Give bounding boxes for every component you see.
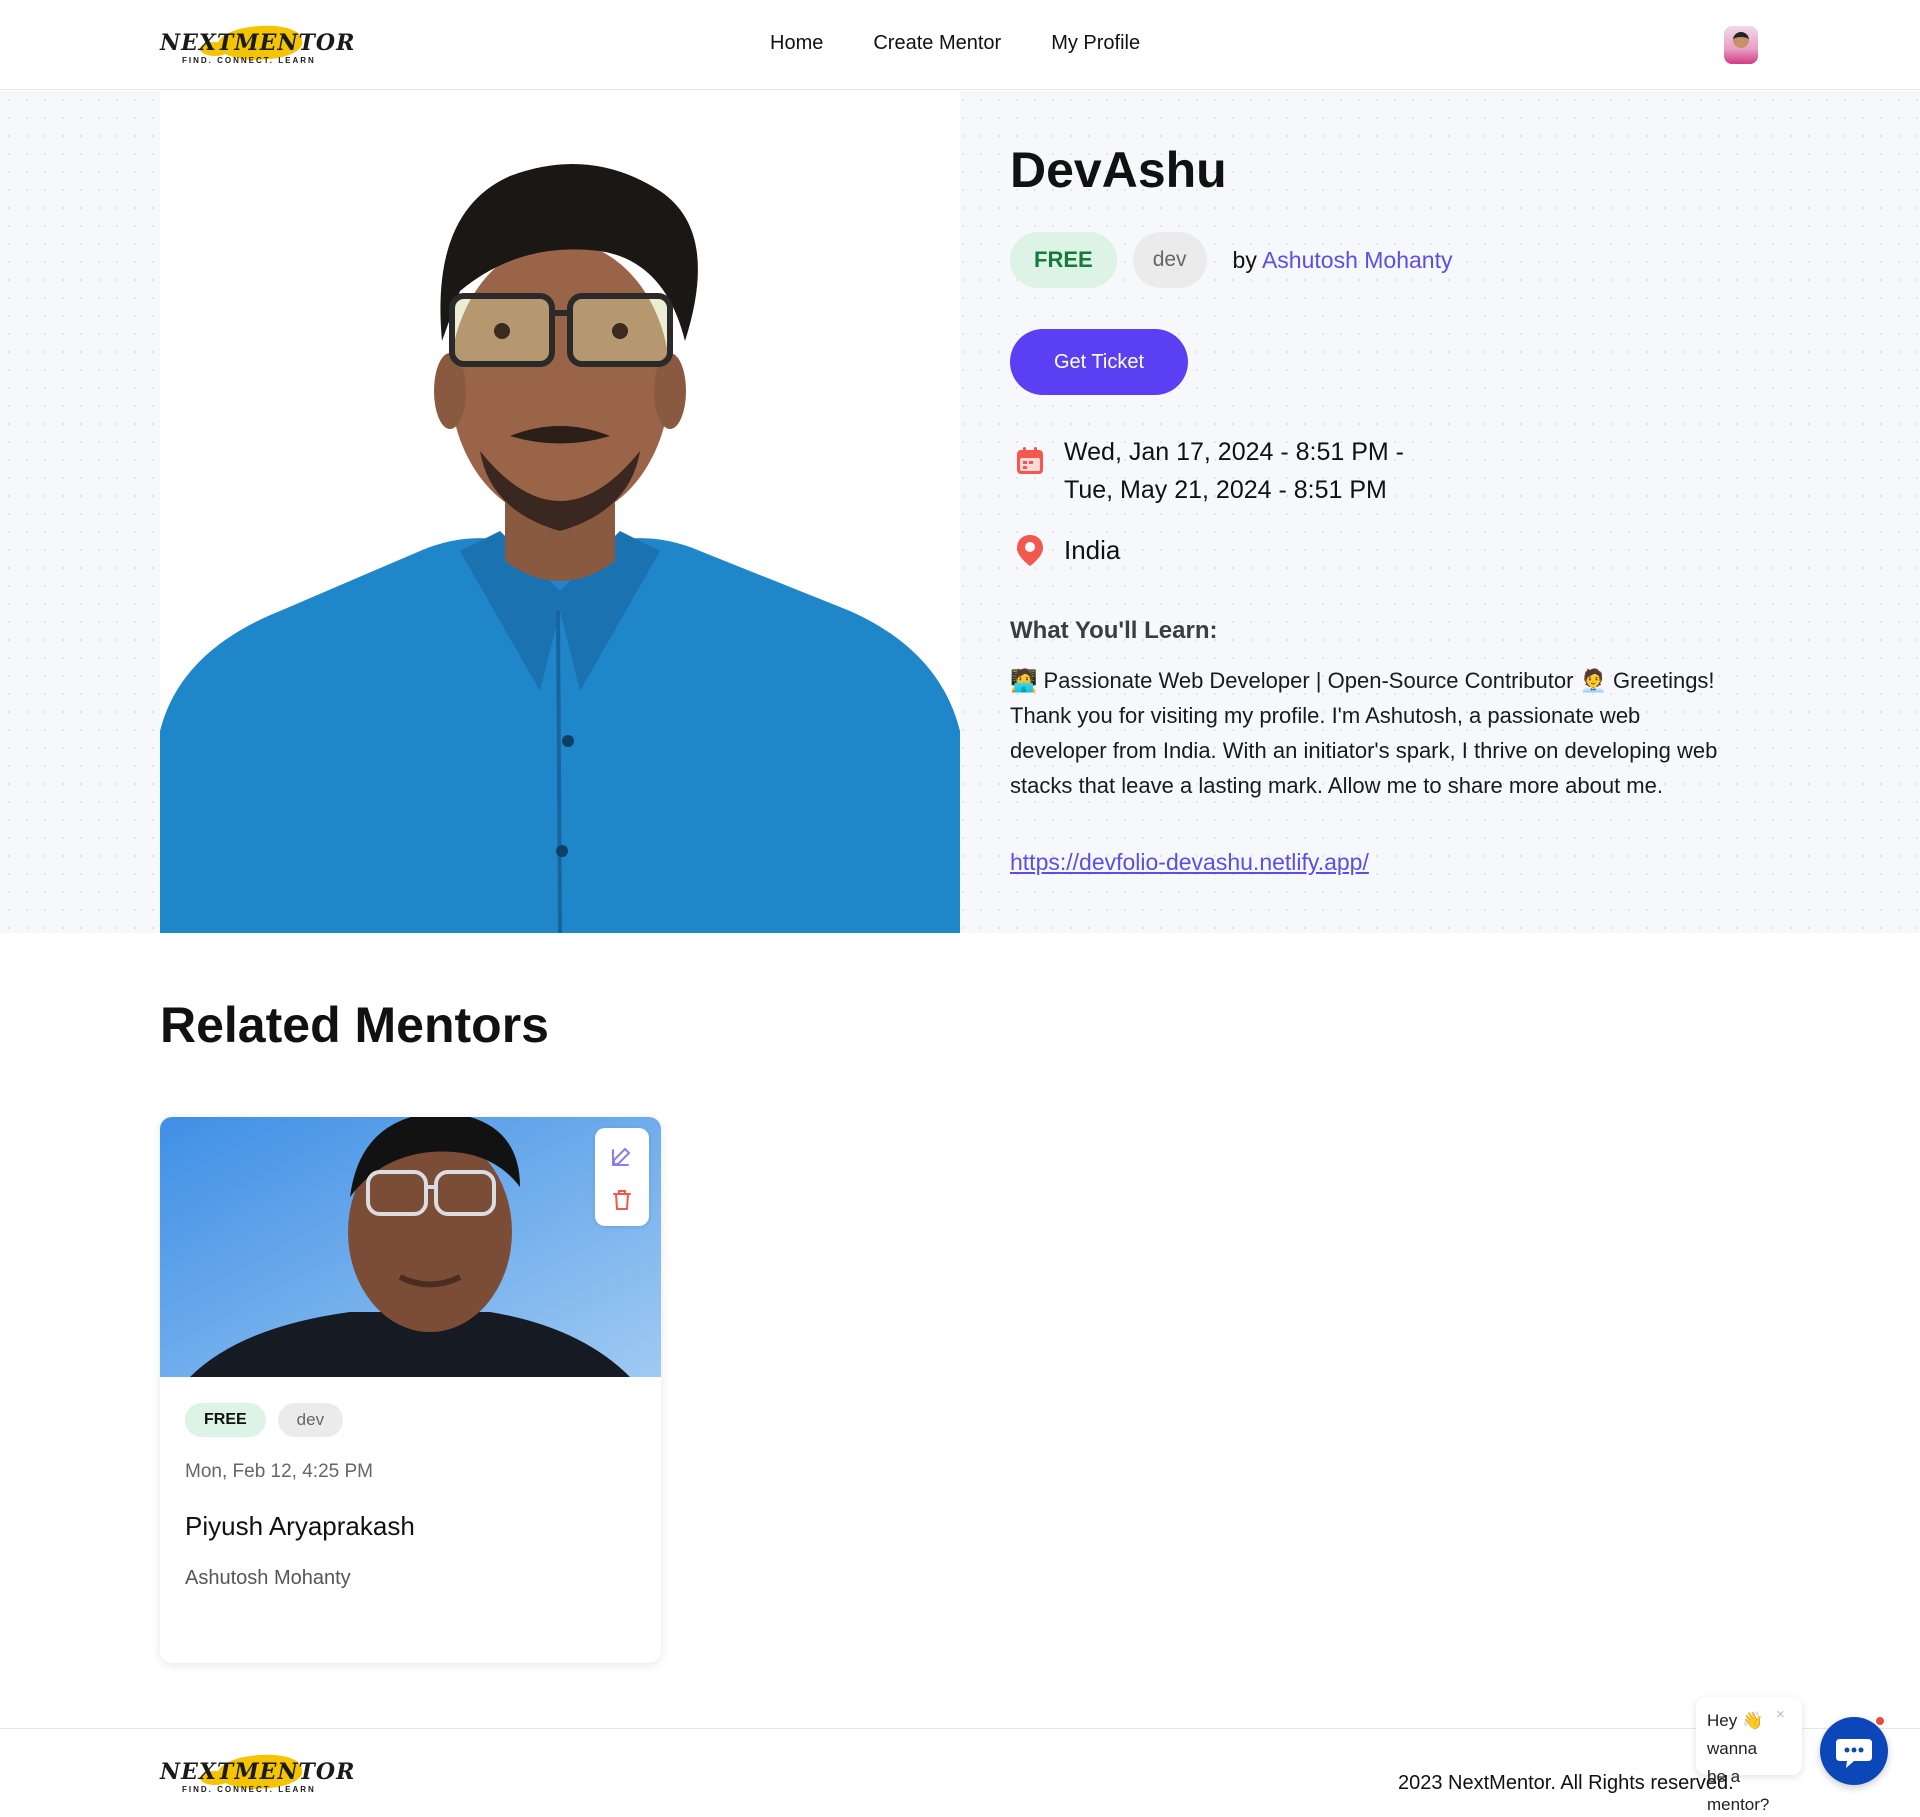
author-prefix: by	[1232, 246, 1257, 273]
avatar-face	[1733, 32, 1749, 48]
card-date: Mon, Feb 12, 4:25 PM	[185, 1461, 373, 1482]
chat-prompt-text: Hey 👋 wanna be a mentor?	[1707, 1711, 1770, 1814]
event-location: India	[1010, 533, 1120, 567]
mentor-title: DevAshu	[1010, 142, 1227, 198]
portfolio-link[interactable]: https://devfolio-devashu.netlify.app/	[1010, 849, 1369, 876]
related-mentors-heading: Related Mentors	[160, 997, 549, 1053]
card-category-badge: dev	[277, 1403, 344, 1437]
learn-heading: What You'll Learn:	[1010, 617, 1218, 644]
nav-my-profile[interactable]: My Profile	[1051, 32, 1140, 55]
author-line: by Ashutosh Mohanty	[1233, 247, 1453, 274]
footer-logo-wordmark: NEXTMENTOR	[160, 1759, 356, 1785]
edit-icon[interactable]	[610, 1144, 634, 1168]
logo-tagline: FIND. CONNECT. LEARN	[182, 56, 316, 65]
user-avatar[interactable]	[1724, 26, 1758, 64]
chat-icon	[1836, 1739, 1872, 1768]
card-organizer: Ashutosh Mohanty	[185, 1567, 351, 1589]
copyright-text: 2023 NextMentor. All Rights reserved.	[1398, 1772, 1734, 1794]
nav-create-mentor[interactable]: Create Mentor	[873, 32, 1001, 55]
card-price-badge: FREE	[185, 1403, 266, 1437]
mentor-detail-section: DevAshu FREE dev by Ashutosh Mohanty Get…	[0, 91, 1920, 933]
footer-logo[interactable]: NEXTMENTOR FIND. CONNECT. LEARN	[160, 1750, 354, 1795]
site-header: NEXTMENTOR FIND. CONNECT. LEARN Home Cre…	[0, 0, 1920, 90]
mentor-card[interactable]: FREE dev Mon, Feb 12, 4:25 PM Piyush Ary…	[160, 1117, 661, 1663]
nav-home[interactable]: Home	[770, 32, 823, 55]
calendar-icon	[1010, 433, 1050, 509]
card-photo-illustration	[160, 1117, 661, 1377]
trash-icon[interactable]	[610, 1188, 634, 1212]
get-ticket-button[interactable]: Get Ticket	[1010, 329, 1188, 395]
footer-logo-tagline: FIND. CONNECT. LEARN	[182, 1785, 316, 1794]
location-text: India	[1064, 534, 1121, 565]
logo-wordmark: NEXTMENTOR	[160, 30, 356, 56]
mentor-photo-illustration	[160, 91, 960, 933]
site-logo[interactable]: NEXTMENTOR FIND. CONNECT. LEARN	[160, 21, 354, 66]
main-nav: Home Create Mentor My Profile	[770, 32, 1140, 55]
chat-notification-dot	[1876, 1717, 1884, 1725]
mentor-badges: FREE dev by Ashutosh Mohanty	[1010, 232, 1452, 288]
start-date: Wed, Jan 17, 2024 - 8:51 PM -	[1064, 438, 1405, 466]
site-footer: NEXTMENTOR FIND. CONNECT. LEARN 2023 Nex…	[0, 1728, 1920, 1817]
card-actions	[595, 1128, 649, 1226]
learn-description: 🧑‍💻 Passionate Web Developer | Open-Sour…	[1010, 668, 1718, 798]
chat-launcher-button[interactable]	[1820, 1717, 1888, 1785]
author-link[interactable]: Ashutosh Mohanty	[1262, 247, 1453, 273]
location-pin-icon	[1010, 533, 1050, 567]
card-name[interactable]: Piyush Aryaprakash	[185, 1511, 415, 1542]
event-dates: Wed, Jan 17, 2024 - 8:51 PM - Tue, May 2…	[1010, 433, 1404, 509]
card-badges: FREE dev	[185, 1403, 344, 1437]
card-photo	[160, 1117, 661, 1377]
date-range: Wed, Jan 17, 2024 - 8:51 PM - Tue, May 2…	[1064, 433, 1404, 509]
end-date: Tue, May 21, 2024 - 8:51 PM	[1064, 476, 1387, 504]
close-icon[interactable]: ×	[1776, 1706, 1785, 1723]
price-badge: FREE	[1010, 232, 1117, 288]
mentor-photo	[160, 91, 960, 933]
category-badge[interactable]: dev	[1132, 232, 1207, 288]
